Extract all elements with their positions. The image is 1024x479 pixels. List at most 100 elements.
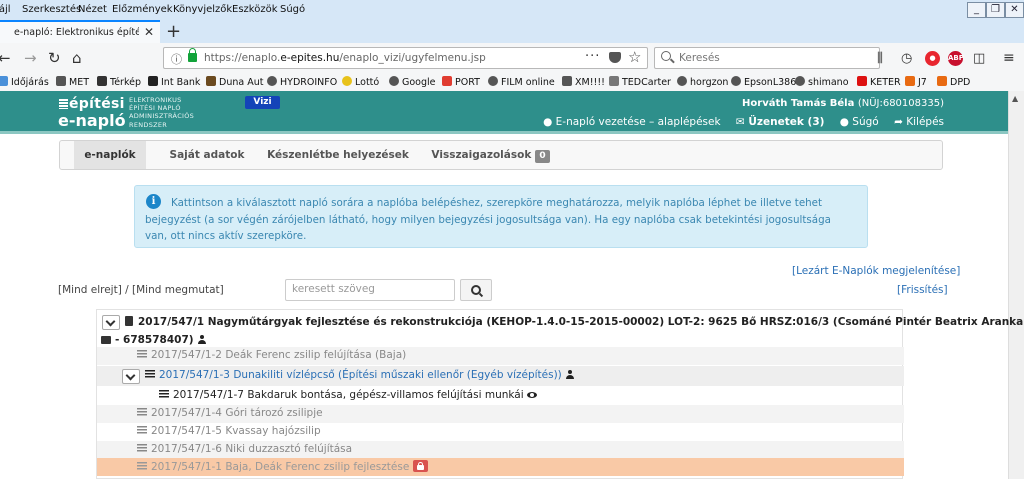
bookmark-item[interactable]: Lottó (342, 76, 379, 88)
logo-subtitle: ELEKTRONIKUS ÉPÍTÉSI NAPLÓ ADMINISZTRÁCIÓS… (129, 96, 195, 129)
collapse-all-link[interactable]: [Mind elrejt] (58, 284, 122, 296)
restore-button[interactable]: ❐ (986, 2, 1005, 18)
hamburger-menu-icon[interactable]: ≡ (1003, 50, 1015, 66)
bookmark-item[interactable]: XM!!!! (562, 76, 605, 88)
header-menu: ● E-napló vezetése – alaplépések ✉ Üzene… (531, 116, 944, 128)
menu-history[interactable]: Előzmények (112, 4, 173, 15)
minimize-button[interactable]: _ (967, 2, 986, 18)
logout-link[interactable]: ➦ Kilépés (894, 116, 944, 128)
expand-all-link[interactable]: [Mind megmutat] (132, 284, 224, 296)
search-icon (471, 285, 481, 295)
reload-icon[interactable]: ↻ (48, 49, 61, 67)
sidebar-icon[interactable]: ◫ (973, 51, 985, 66)
tab-sajat-adatok[interactable]: Saját adatok (162, 141, 252, 169)
home-icon[interactable]: ⌂ (72, 49, 82, 67)
app-header: építési e-napló ELEKTRONIKUS ÉPÍTÉSI NAPL… (0, 91, 1008, 134)
lock-icon (188, 48, 197, 62)
bookmark-item[interactable]: Térkép (97, 76, 141, 88)
bookmark-item[interactable]: DPD (937, 76, 970, 88)
module-badge: Vizi (245, 96, 280, 109)
refresh-link[interactable]: [Frissítés] (897, 284, 948, 296)
chevron-down-icon[interactable] (102, 315, 120, 330)
document-icon (125, 316, 133, 326)
info-text: Kattintson a kiválasztott napló sorára a… (145, 197, 831, 242)
close-tab-icon[interactable]: ✕ (144, 25, 154, 39)
menu-help[interactable]: Súgó (280, 4, 305, 15)
tab-visszaigazolasok[interactable]: Visszaigazolások 0 (428, 141, 553, 169)
addon-red-icon[interactable]: ● (925, 51, 940, 66)
bookmark-item[interactable]: EpsonL386 (731, 76, 796, 88)
tab-keszenletbe[interactable]: Készenlétbe helyezések (263, 141, 413, 169)
menu-edit[interactable]: Szerkesztés (22, 4, 81, 15)
site-info-icon[interactable]: ⓘ (171, 51, 182, 67)
forward-arrow-icon[interactable]: → (24, 49, 37, 67)
search-button[interactable] (460, 279, 492, 301)
question-icon: ● (839, 116, 849, 128)
bookmark-item[interactable]: HYDROINFO (267, 76, 337, 88)
tree-item[interactable]: 2017/547/1-7 Bakdaruk bontása, gépész-vi… (97, 387, 904, 405)
lock-icon (413, 460, 429, 472)
library-icon[interactable]: ⫼ (877, 51, 883, 66)
tree-root-row[interactable]: 2017/547/1 Nagyműtárgyak fejlesztése és … (97, 312, 1023, 348)
tree-item-closed[interactable]: 2017/547/1-1 Baja, Deák Ferenc zsilip fe… (97, 458, 904, 476)
info-circle-icon: ● (543, 116, 553, 128)
page-scrollbar[interactable]: ▲ (1008, 91, 1024, 479)
list-icon (159, 390, 169, 399)
menu-file[interactable]: Fájl (0, 4, 11, 15)
user-name: Horváth Tamás Béla (NÜJ:680108335) (742, 98, 944, 109)
browser-menubar: Fájl Szerkesztés Nézet Előzmények Könyvj… (0, 0, 1024, 20)
eye-icon (526, 392, 537, 398)
messages-link[interactable]: ✉ Üzenetek (3) (736, 116, 825, 128)
menu-bookmarks[interactable]: Könyvjelzők (173, 4, 232, 15)
bookmark-item[interactable]: Google (389, 76, 436, 88)
logo-text-bottom: e-napló (58, 111, 126, 130)
show-closed-link[interactable]: [Lezárt E-Naplók megjelenítése] (792, 265, 960, 277)
tree-item[interactable]: 2017/547/1-6 Niki duzzasztó felújítása (97, 441, 904, 459)
envelope-icon: ✉ (735, 116, 745, 128)
scroll-up-icon[interactable]: ▲ (1012, 94, 1018, 103)
pocket-icon[interactable] (609, 52, 621, 63)
bookmark-item[interactable]: TEDCarter (609, 76, 671, 88)
tree-item-expanded[interactable]: 2017/547/1-3 Dunakiliti vízlépcső (Építé… (97, 366, 904, 386)
search-input[interactable]: keresett szöveg (285, 279, 455, 301)
tree-item[interactable]: 2017/547/1-4 Góri tározó zsilipje (97, 405, 904, 423)
menu-tools[interactable]: Eszközök (232, 4, 278, 15)
bookmark-item[interactable]: FILM online (488, 76, 555, 88)
tree-item[interactable]: 2017/547/1-5 Kvassay hajózsilip (97, 423, 904, 441)
bookmark-item[interactable]: MET (56, 76, 89, 88)
close-window-button[interactable]: ✕ (1005, 2, 1024, 18)
bookmark-item[interactable]: Időjárás (0, 76, 49, 88)
person-icon (565, 370, 574, 379)
history-clock-icon[interactable]: ◷ (901, 51, 912, 66)
tab-enaplok[interactable]: e-naplók (74, 141, 146, 169)
browser-tab-active[interactable]: e-napló: Elektronikus építési napló ✕ (0, 20, 160, 43)
address-bar[interactable]: ⓘ https://enaplo.e-epites.hu/enaplo_vizi… (163, 47, 648, 69)
bookmark-item[interactable]: J7 (905, 76, 927, 88)
bookmark-item[interactable]: Int Bank (148, 76, 200, 88)
bookmark-item[interactable]: horgzon (677, 76, 728, 88)
tree-item[interactable]: 2017/547/1-2 Deák Ferenc zsilip felújítá… (97, 347, 904, 365)
help-link[interactable]: ● Súgó (840, 116, 879, 128)
count-badge: 0 (535, 150, 550, 163)
page-actions-icon[interactable]: ··· (585, 49, 600, 64)
bookmark-star-icon[interactable]: ☆ (628, 48, 641, 66)
logo-text-top: építési (69, 96, 125, 112)
info-alert: i Kattintson a kiválasztott napló sorára… (134, 185, 868, 248)
guide-link[interactable]: ● E-napló vezetése – alaplépések (543, 116, 720, 128)
back-arrow-icon[interactable]: ← (0, 49, 11, 67)
bookmark-item[interactable]: shimano (795, 76, 849, 88)
tab-title: e-napló: Elektronikus építési napló (14, 27, 139, 38)
building-icon (101, 336, 111, 344)
menu-view[interactable]: Nézet (78, 4, 107, 15)
person-icon (197, 335, 206, 344)
browser-search-input[interactable]: Keresés (654, 47, 880, 69)
share-arrow-icon: ➦ (894, 116, 903, 128)
search-icon (661, 51, 671, 61)
list-icon (145, 370, 155, 379)
bookmark-item[interactable]: Duna Aut (206, 76, 263, 88)
chevron-down-icon[interactable] (122, 369, 140, 384)
bookmark-item[interactable]: KETER (857, 76, 901, 88)
new-tab-icon[interactable]: + (166, 21, 181, 42)
bookmark-item[interactable]: PORT (442, 76, 480, 88)
adblock-icon[interactable]: ABP (948, 51, 964, 66)
